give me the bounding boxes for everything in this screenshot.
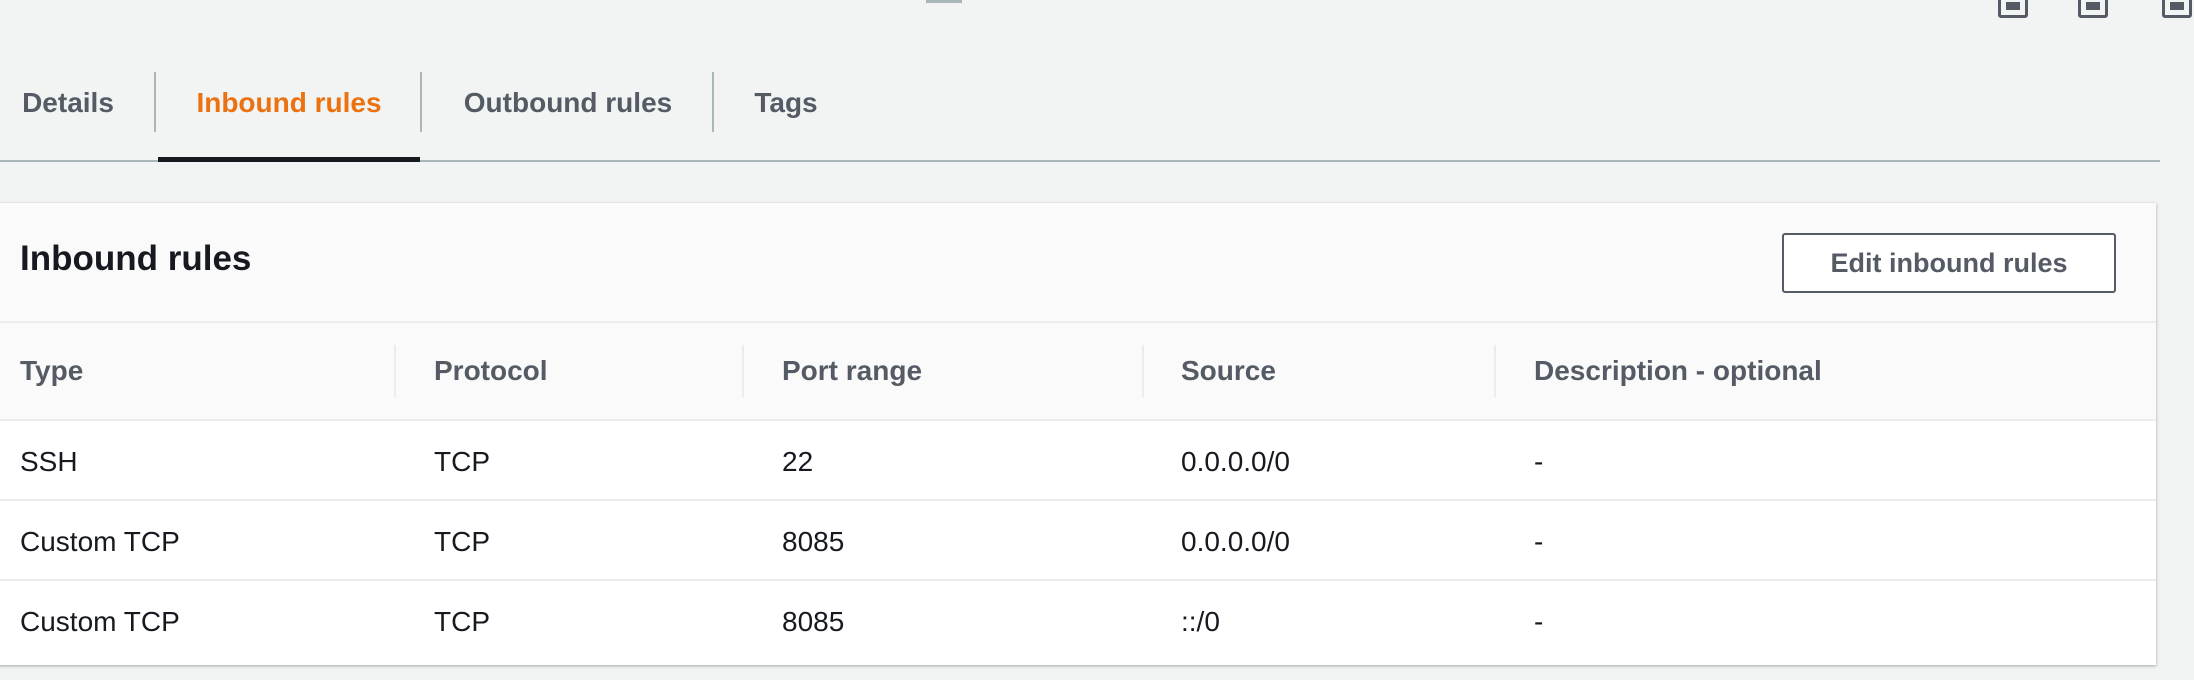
cell-protocol: TCP (434, 446, 490, 477)
tab-details[interactable]: Details (0, 68, 136, 162)
column-divider[interactable] (742, 345, 744, 397)
column-header-source[interactable]: Source (1181, 323, 1276, 419)
tab-list: Details Inbound rules Outbound rules Tag… (0, 68, 2160, 162)
tab-divider (420, 72, 422, 132)
panel-bottom-icon[interactable] (1998, 0, 2028, 18)
cell-type: Custom TCP (20, 606, 180, 637)
panel-bottom-icon[interactable] (2078, 0, 2108, 18)
cell-description: - (1534, 526, 1544, 557)
table-row: Custom TCP TCP 8085 0.0.0.0/0 - (0, 501, 2156, 581)
cell-source: 0.0.0.0/0 (1181, 526, 1290, 557)
column-divider[interactable] (1494, 345, 1496, 397)
column-divider[interactable] (394, 345, 396, 397)
table-row: Custom TCP TCP 8085 ::/0 - (0, 581, 2156, 661)
cell-type: Custom TCP (20, 526, 180, 557)
tab-divider (712, 72, 714, 132)
column-header-type[interactable]: Type (20, 323, 83, 419)
inbound-rules-panel: Inbound rules Edit inbound rules Type Pr… (0, 203, 2156, 665)
cell-port-range: 8085 (782, 526, 845, 557)
cell-description: - (1534, 446, 1544, 477)
table-row: SSH TCP 22 0.0.0.0/0 - (0, 421, 2156, 501)
table-body: SSH TCP 22 0.0.0.0/0 - Custom TCP TCP 80… (0, 421, 2156, 661)
cell-port-range: 22 (782, 446, 814, 477)
drag-handle[interactable] (926, 0, 962, 3)
tab-divider (154, 72, 156, 132)
column-header-port-range[interactable]: Port range (782, 323, 922, 419)
tab-outbound-rules[interactable]: Outbound rules (444, 68, 692, 162)
cell-source: ::/0 (1181, 606, 1220, 637)
panel-title: Inbound rules (20, 239, 252, 278)
column-divider[interactable] (1142, 345, 1144, 397)
cell-protocol: TCP (434, 606, 490, 637)
edit-inbound-rules-button[interactable]: Edit inbound rules (1782, 233, 2116, 293)
cell-description: - (1534, 606, 1544, 637)
cell-port-range: 8085 (782, 606, 845, 637)
table-header: Type Protocol Port range Source Descript… (0, 323, 2156, 421)
tab-inbound-rules[interactable]: Inbound rules (158, 68, 420, 162)
cell-source: 0.0.0.0/0 (1181, 446, 1290, 477)
panel-side-icon[interactable] (2162, 0, 2192, 18)
column-header-protocol[interactable]: Protocol (434, 323, 548, 419)
cell-protocol: TCP (434, 526, 490, 557)
column-header-description[interactable]: Description - optional (1534, 323, 1822, 419)
tab-tags[interactable]: Tags (734, 68, 838, 162)
cell-type: SSH (20, 446, 78, 477)
panel-header: Inbound rules Edit inbound rules (0, 203, 2156, 323)
